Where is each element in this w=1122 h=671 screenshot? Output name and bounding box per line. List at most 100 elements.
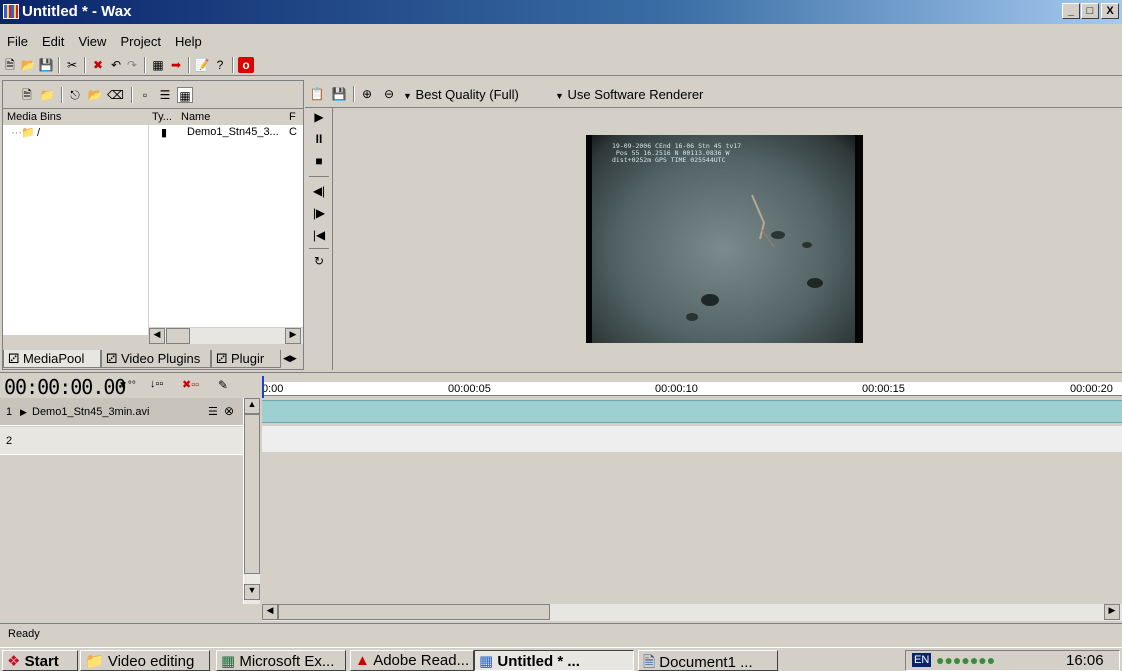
timeline-ruler[interactable]: 0:00 00:00:05 00:00:10 00:00:15 00:00:20 bbox=[262, 382, 1122, 396]
list-view-icon[interactable]: ☰ bbox=[157, 87, 173, 103]
new-bin-icon[interactable]: 🗎 bbox=[19, 87, 35, 103]
media-bins-tree[interactable]: ··· 📁 / bbox=[3, 125, 148, 335]
open-icon[interactable]: 📂 bbox=[20, 57, 36, 73]
menu-file[interactable]: File bbox=[7, 34, 28, 49]
task-word-document[interactable]: 🗎 Document1 ... bbox=[638, 650, 778, 671]
help-icon[interactable]: ? bbox=[212, 57, 228, 73]
track-close-icon[interactable]: ⊗ bbox=[224, 404, 234, 418]
timeline-vertical-scrollbar[interactable]: ▲ ▼ bbox=[243, 398, 260, 604]
task-wax[interactable]: ▦ Untitled * ... bbox=[474, 650, 634, 671]
menu-view[interactable]: View bbox=[78, 34, 106, 49]
tab-mediapool[interactable]: ⚂ MediaPool bbox=[3, 350, 101, 368]
clock[interactable]: 16:06 bbox=[1066, 652, 1104, 669]
video-clip[interactable] bbox=[262, 400, 1122, 423]
scroll-thumb[interactable] bbox=[166, 328, 190, 344]
play-icon[interactable]: ▶ bbox=[311, 110, 327, 126]
stop-icon[interactable]: ■ bbox=[311, 154, 327, 170]
details-view-icon[interactable]: ▦ bbox=[177, 87, 193, 103]
loop-icon[interactable]: ↻ bbox=[311, 254, 327, 270]
scroll-left-icon[interactable]: ◀ bbox=[262, 604, 278, 620]
expand-track-icon[interactable]: ▶ bbox=[20, 407, 27, 418]
film-icon: ▮ bbox=[161, 127, 168, 139]
render-icon[interactable]: ▦ bbox=[150, 57, 166, 73]
quality-dropdown[interactable]: ▼ Best Quality (Full) bbox=[403, 87, 519, 102]
maximize-button[interactable]: □ bbox=[1081, 3, 1099, 19]
bin-up-icon[interactable]: 📁 bbox=[39, 87, 55, 103]
delete-icon[interactable]: ✖ bbox=[90, 57, 106, 73]
language-indicator[interactable]: EN bbox=[912, 653, 932, 667]
transport-separator bbox=[309, 248, 329, 249]
remove-media-icon[interactable]: ⌫ bbox=[107, 87, 124, 103]
save-icon[interactable]: 💾 bbox=[38, 57, 54, 73]
scroll-right-icon[interactable]: ▶ bbox=[285, 328, 301, 344]
redo-icon[interactable]: ↷ bbox=[124, 57, 140, 73]
empty-track[interactable] bbox=[262, 426, 1122, 452]
open-media-icon[interactable]: 📂 bbox=[87, 87, 103, 103]
properties-icon[interactable]: 📝 bbox=[194, 57, 210, 73]
name-column-header[interactable]: Name bbox=[181, 111, 210, 123]
bin-root-label[interactable]: / bbox=[37, 127, 40, 139]
zoom-in-icon[interactable]: ⊕ bbox=[359, 86, 375, 102]
track-fx-icon[interactable]: ☰ bbox=[208, 405, 218, 418]
dropdown-arrow-icon: ▼ bbox=[555, 91, 564, 101]
export-arrow-icon[interactable]: ➡ bbox=[168, 57, 184, 73]
cut-icon[interactable]: ✂ bbox=[64, 57, 80, 73]
go-to-start-icon[interactable]: |◀ bbox=[311, 228, 327, 244]
task-adobe-reader[interactable]: ▲ Adobe Read... bbox=[350, 650, 474, 671]
preview-toolbar: 📋 💾 ⊕ ⊖ ▼ Best Quality (Full) ▼ Use Soft… bbox=[305, 80, 1122, 108]
ruler-label: 00:00:05 bbox=[448, 383, 491, 395]
title-bar: Untitled * - Wax _ □ X bbox=[0, 0, 1122, 24]
media-list[interactable]: ▮ Demo1_Stn45_3... C bbox=[149, 125, 303, 335]
delete-track-icon[interactable]: ✖▫▫ bbox=[182, 378, 199, 391]
timecode-format-icon[interactable]: ▼°° bbox=[118, 380, 136, 391]
next-frame-icon[interactable]: |▶ bbox=[311, 206, 327, 222]
minimize-button[interactable]: _ bbox=[1062, 3, 1080, 19]
windows-icon: ❖ bbox=[7, 653, 21, 670]
scroll-thumb[interactable] bbox=[278, 604, 550, 620]
renderer-dropdown[interactable]: ▼ Use Software Renderer bbox=[555, 87, 703, 102]
save-frame-icon[interactable]: 💾 bbox=[331, 86, 347, 102]
tab-plugins[interactable]: ⚂ Plugir bbox=[211, 350, 281, 368]
track-row[interactable]: 2 bbox=[0, 427, 243, 455]
close-button[interactable]: X bbox=[1101, 3, 1119, 19]
zoom-out-icon[interactable]: ⊖ bbox=[381, 86, 397, 102]
media-list-scrollbar[interactable]: ◀ ▶ bbox=[149, 327, 303, 344]
scroll-right-icon[interactable]: ▶ bbox=[1104, 604, 1120, 620]
tab-scroll-icon[interactable]: ◀▶ bbox=[283, 353, 297, 364]
task-label: Document1 ... bbox=[659, 654, 753, 671]
menu-help[interactable]: Help bbox=[175, 34, 202, 49]
f-column-header[interactable]: F bbox=[289, 111, 296, 123]
type-column-header[interactable]: Ty... bbox=[152, 111, 172, 123]
bins-column-header: Media Bins bbox=[7, 111, 62, 123]
import-icon[interactable]: ⎋ bbox=[67, 87, 83, 103]
tray-icons[interactable]: ●●●●●●● bbox=[936, 652, 995, 668]
menu-project[interactable]: Project bbox=[121, 34, 161, 49]
scroll-thumb[interactable] bbox=[244, 414, 260, 574]
playhead[interactable] bbox=[262, 376, 264, 398]
copy-frame-icon[interactable]: 📋 bbox=[309, 86, 325, 102]
add-track-icon[interactable]: ↓▫▫ bbox=[150, 378, 163, 390]
pause-icon[interactable]: II bbox=[311, 132, 327, 148]
prev-frame-icon[interactable]: ◀| bbox=[311, 184, 327, 200]
menu-edit[interactable]: Edit bbox=[42, 34, 64, 49]
plugin-icon: ⚂ bbox=[106, 351, 118, 366]
undo-icon[interactable]: ↶ bbox=[108, 57, 124, 73]
task-video-editing[interactable]: 📁 Video editing bbox=[80, 650, 210, 671]
list-item[interactable]: ▮ Demo1_Stn45_3... C bbox=[149, 125, 303, 141]
media-item-name: Demo1_Stn45_3... bbox=[187, 126, 279, 138]
task-excel[interactable]: ▦ Microsoft Ex... bbox=[216, 650, 346, 671]
scroll-up-icon[interactable]: ▲ bbox=[244, 398, 260, 414]
scroll-down-icon[interactable]: ▼ bbox=[244, 584, 260, 600]
scroll-left-icon[interactable]: ◀ bbox=[149, 328, 165, 344]
toolbar-separator bbox=[353, 86, 355, 102]
track-row[interactable]: 1 ▶ Demo1_Stn45_3min.avi ☰ ⊗ bbox=[0, 398, 243, 426]
new-icon[interactable]: 🗎 bbox=[2, 57, 18, 73]
record-icon[interactable]: o bbox=[238, 57, 254, 73]
timeline-horizontal-scrollbar[interactable]: ◀ ▶ bbox=[262, 604, 1122, 621]
media-pool-header: Media Bins Ty... Name F bbox=[3, 111, 303, 125]
track-properties-icon[interactable]: ✎ bbox=[218, 378, 228, 392]
small-icons-icon[interactable]: ▫ bbox=[137, 87, 153, 103]
start-button[interactable]: ❖ Start bbox=[2, 650, 78, 671]
track-headers: 1 ▶ Demo1_Stn45_3min.avi ☰ ⊗ 2 bbox=[0, 398, 243, 604]
tab-video-plugins[interactable]: ⚂ Video Plugins bbox=[101, 350, 211, 368]
